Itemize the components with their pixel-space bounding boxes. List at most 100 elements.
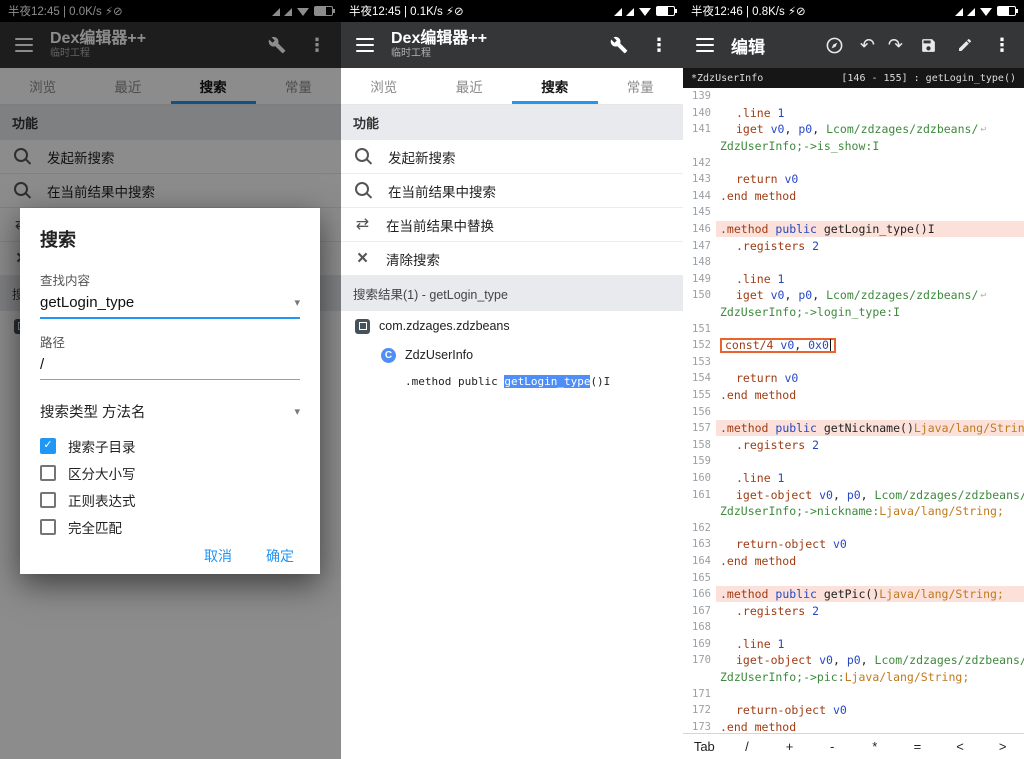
code-line[interactable]: 168 [683,619,1024,636]
code-line[interactable]: ZdzUserInfo;->login_type:I [683,304,1024,321]
code-line[interactable]: 142 [683,154,1024,171]
checkbox-row[interactable]: ✓ 搜索子目录 [40,432,300,459]
code-line[interactable]: 171 [683,685,1024,702]
tab-浏览[interactable]: 浏览 [341,68,427,104]
code-line[interactable]: 141 iget v0, p0, Lcom/zdzages/zdzbeans/↩ [683,121,1024,138]
symbol-key[interactable]: = [896,739,939,754]
find-value: getLogin_type [40,294,135,311]
symbol-key[interactable]: / [726,739,769,754]
code-line[interactable]: 146 .method public getLogin_type()I [683,220,1024,238]
code-token: Ljava/lang/String; [879,587,1004,602]
code-line[interactable]: 160 .line 1 [683,470,1024,487]
wrench-button[interactable] [607,32,631,58]
tree-method-row[interactable]: .method public getLogin_type()I [341,369,683,393]
line-number: 169 [692,637,711,650]
code-line[interactable]: 161 iget-object v0, p0, Lcom/zdzages/zdzb… [683,486,1024,503]
chevron-down-icon[interactable]: ▾ [294,296,300,309]
checkbox[interactable] [40,464,56,481]
symbol-key[interactable]: Tab [683,739,726,754]
code-line[interactable]: 173 .end method [683,719,1024,733]
code-line[interactable]: ZdzUserInfo;->nickname: Ljava/lang/String… [683,503,1024,520]
tab-常量[interactable]: 常量 [598,68,684,104]
tab-最近[interactable]: 最近 [427,68,513,104]
code-token: const/4 [725,338,781,353]
code-line[interactable]: 144 .end method [683,188,1024,205]
code-line[interactable]: 163 return-object v0 [683,536,1024,553]
tree-package-row[interactable]: com.zdzages.zdzbeans [341,311,683,341]
code-editor[interactable]: 139 140 .line 1 141 iget v0, p0, Lcom/zdzage… [683,88,1024,733]
symbol-key[interactable]: * [854,739,897,754]
checkbox-row[interactable]: 完全匹配 [40,513,300,540]
code-line[interactable]: 151 [683,320,1024,337]
code-line[interactable]: 169 .line 1 [683,636,1024,653]
code-line[interactable]: 149 .line 1 [683,271,1024,288]
code-token: .end method [720,387,797,402]
symbol-key[interactable]: < [939,739,982,754]
code-line[interactable]: ZdzUserInfo;->is_show:I [683,138,1024,155]
code-line[interactable]: 153 [683,354,1024,371]
overflow-button[interactable]: ⋮ [647,32,671,58]
path-input[interactable]: / [40,353,300,380]
chevron-down-icon[interactable]: ▾ [294,405,300,418]
tab-搜索[interactable]: 搜索 [512,68,598,104]
code-line[interactable]: 172 return-object v0 [683,702,1024,719]
code-line[interactable]: ZdzUserInfo;->pic: Ljava/lang/String; [683,669,1024,686]
code-token: 2 [812,603,820,618]
symbol-key[interactable]: - [811,739,854,754]
edit-mode-button[interactable] [953,32,977,58]
code-line[interactable]: 154 return v0 [683,370,1024,387]
code-line[interactable]: 165 [683,569,1024,586]
checkbox-row[interactable]: 正则表达式 [40,486,300,513]
method-selected: getLogin_type [504,374,591,388]
checkbox[interactable]: ✓ [40,437,56,454]
wifi-icon [980,8,992,16]
checkbox[interactable] [40,518,56,535]
code-line[interactable]: 145 [683,204,1024,221]
save-button[interactable] [916,32,940,58]
code-line[interactable]: 166 .method public getPic() Ljava/lang/Str… [683,585,1024,603]
redo-button[interactable]: ↷ [888,36,903,54]
ok-button[interactable]: 确定 [266,546,294,566]
code-line[interactable]: 143 return v0 [683,171,1024,188]
code-line[interactable]: 170 iget-object v0, p0, Lcom/zdzages/zdzb… [683,652,1024,669]
menu-item[interactable]: 在当前结果中搜索 [341,174,683,208]
status-text: 半夜12:45 | 0.1K/s ⚡⊘ [349,6,464,18]
code-token: Lcom/zdzages/zdzbeans/ [874,653,1024,668]
code-line[interactable]: 159 [683,453,1024,470]
code-line[interactable]: 152 const/4 v0, 0x0 [683,337,1024,354]
line-number: 155 [692,388,711,401]
cancel-button[interactable]: 取消 [204,546,232,566]
code-line[interactable]: 167 .registers 2 [683,602,1024,619]
symbol-key[interactable]: + [768,739,811,754]
line-number: 170 [692,654,711,667]
code-line[interactable]: 139 [683,88,1024,105]
code-line[interactable]: 158 .registers 2 [683,436,1024,453]
checkbox-row[interactable]: 区分大小写 [40,459,300,486]
tree-class-row[interactable]: C ZdzUserInfo [341,341,683,369]
symbol-key[interactable]: > [981,739,1024,754]
navigate-button[interactable] [823,32,847,58]
code-line[interactable]: 157 .method public getNickname() Ljava/lan… [683,419,1024,437]
overflow-button[interactable]: ⋮ [990,32,1014,58]
code-line[interactable]: 150 iget v0, p0, Lcom/zdzages/zdzbeans/↩ [683,287,1024,304]
menu-item[interactable]: × 清除搜索 [341,242,683,276]
menu-button[interactable] [693,32,717,58]
menu-button[interactable] [353,32,377,58]
clear-icon: × [356,248,369,269]
search-type-dropdown[interactable]: 搜索类型 方法名 ▾ [40,401,300,422]
code-line[interactable]: 164 .end method [683,553,1024,570]
find-input[interactable]: getLogin_type ▾ [40,291,300,319]
code-line[interactable]: 148 [683,254,1024,271]
line-number: 161 [692,488,711,501]
code-line[interactable]: 155 .end method [683,387,1024,404]
code-line[interactable]: 147 .registers 2 [683,237,1024,254]
code-line[interactable]: 140 .line 1 [683,105,1024,122]
code-token: 1 [777,105,785,120]
checkbox[interactable] [40,491,56,508]
code-line[interactable]: 156 [683,403,1024,420]
menu-item[interactable]: ⇄ 在当前结果中替换 [341,208,683,242]
undo-button[interactable]: ↶ [860,36,875,54]
code-line[interactable]: 162 [683,519,1024,536]
menu-item[interactable]: 发起新搜索 [341,140,683,174]
code-token: public [775,421,824,436]
